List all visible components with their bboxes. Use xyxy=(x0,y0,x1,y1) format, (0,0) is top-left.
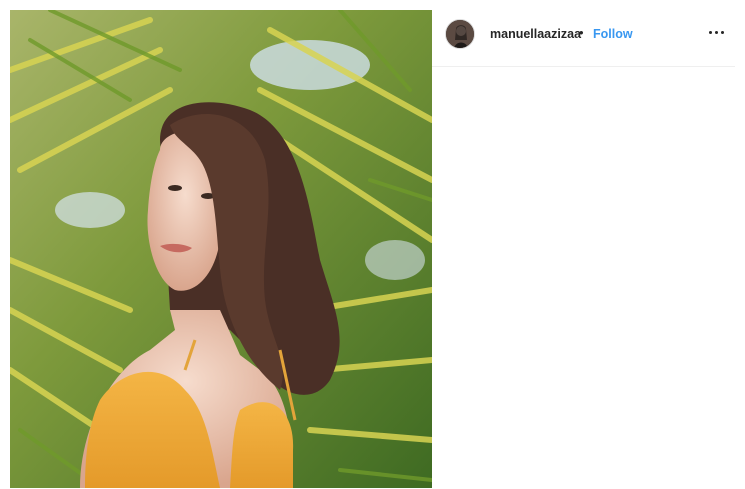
post-photo[interactable] xyxy=(10,10,432,488)
post-card: manuellaazizaa • Follow xyxy=(10,10,735,488)
avatar-image xyxy=(446,20,474,48)
more-dot-2 xyxy=(714,30,718,34)
more-options-icon[interactable] xyxy=(704,22,728,42)
post-sidebar: manuellaazizaa • Follow xyxy=(432,10,735,488)
profile-avatar[interactable] xyxy=(445,19,475,49)
separator-dot: • xyxy=(579,25,584,40)
follow-button[interactable]: Follow xyxy=(593,27,633,41)
username-link[interactable]: manuellaazizaa xyxy=(490,27,581,41)
more-dot-3 xyxy=(720,30,724,34)
post-header: manuellaazizaa • Follow xyxy=(432,10,735,67)
post-photo-image xyxy=(10,10,432,488)
more-dot-1 xyxy=(708,30,712,34)
